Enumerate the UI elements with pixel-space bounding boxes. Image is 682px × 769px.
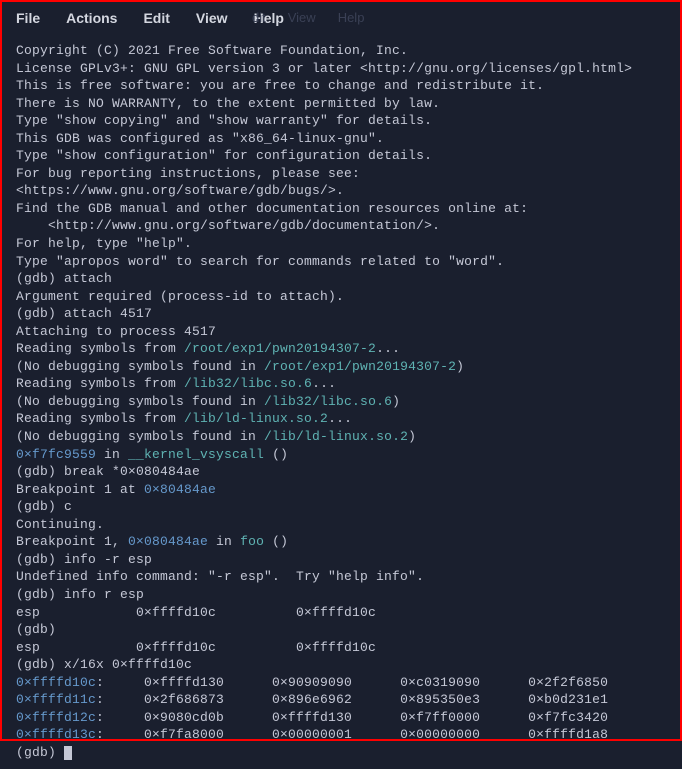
terminal-line: Reading symbols from /lib/ld-linux.so.2.… <box>16 410 666 428</box>
terminal-line: (gdb) <box>16 744 666 762</box>
terminal-line: <https://www.gnu.org/software/gdb/bugs/>… <box>16 182 666 200</box>
menu-actions[interactable]: Actions <box>62 8 121 28</box>
terminal-line: (gdb) info -r esp <box>16 551 666 569</box>
terminal-line: This is free software: you are free to c… <box>16 77 666 95</box>
terminal-line: Continuing. <box>16 516 666 534</box>
terminal-line: License GPLv3+: GNU GPL version 3 or lat… <box>16 60 666 78</box>
terminal-line: 0×ffffd12c: 0×9080cd0b 0×ffffd130 0×f7ff… <box>16 709 666 727</box>
menubar-shadow: dit View Help <box>240 8 376 27</box>
terminal-line: (No debugging symbols found in /root/exp… <box>16 358 666 376</box>
terminal-line: Reading symbols from /lib32/libc.so.6... <box>16 375 666 393</box>
terminal-line: Breakpoint 1, 0×080484ae in foo () <box>16 533 666 551</box>
terminal-line: (gdb) <box>16 621 666 639</box>
menu-edit[interactable]: Edit <box>139 8 173 28</box>
terminal-line: Breakpoint 1 at 0×80484ae <box>16 481 666 499</box>
terminal-line: (gdb) x/16x 0×ffffd10c <box>16 656 666 674</box>
terminal-line: Copyright (C) 2021 Free Software Foundat… <box>16 42 666 60</box>
terminal-line: <http://www.gnu.org/software/gdb/documen… <box>16 217 666 235</box>
menu-view[interactable]: View <box>192 8 232 28</box>
terminal-line: Argument required (process-id to attach)… <box>16 288 666 306</box>
terminal-line: Type "apropos word" to search for comman… <box>16 253 666 271</box>
terminal-line: 0×f7fc9559 in __kernel_vsyscall () <box>16 446 666 464</box>
cursor <box>64 746 72 760</box>
terminal-line: Reading symbols from /root/exp1/pwn20194… <box>16 340 666 358</box>
terminal-output[interactable]: Copyright (C) 2021 Free Software Foundat… <box>2 34 680 769</box>
terminal-line: 0×ffffd13c: 0×f7fa8000 0×00000001 0×0000… <box>16 726 666 744</box>
terminal-line: This GDB was configured as "x86_64-linux… <box>16 130 666 148</box>
menu-file[interactable]: File <box>12 8 44 28</box>
terminal-line: esp 0×ffffd10c 0×ffffd10c <box>16 604 666 622</box>
terminal-line: For bug reporting instructions, please s… <box>16 165 666 183</box>
terminal-line: (gdb) c <box>16 498 666 516</box>
terminal-line: 0×ffffd11c: 0×2f686873 0×896e6962 0×8953… <box>16 691 666 709</box>
terminal-line: (gdb) info r esp <box>16 586 666 604</box>
terminal-line: (gdb) attach 4517 <box>16 305 666 323</box>
terminal-line: Type "show copying" and "show warranty" … <box>16 112 666 130</box>
terminal-line: There is NO WARRANTY, to the extent perm… <box>16 95 666 113</box>
terminal-line: Undefined info command: "-r esp". Try "h… <box>16 568 666 586</box>
terminal-line: (No debugging symbols found in /lib/ld-l… <box>16 428 666 446</box>
terminal-line: 0×ffffd10c: 0×ffffd130 0×90909090 0×c031… <box>16 674 666 692</box>
terminal-line: For help, type "help". <box>16 235 666 253</box>
terminal-line: Attaching to process 4517 <box>16 323 666 341</box>
terminal-line: esp 0×ffffd10c 0×ffffd10c <box>16 639 666 657</box>
terminal-line: (gdb) attach <box>16 270 666 288</box>
terminal-line: Type "show configuration" for configurat… <box>16 147 666 165</box>
terminal-line: Find the GDB manual and other documentat… <box>16 200 666 218</box>
terminal-line: (No debugging symbols found in /lib32/li… <box>16 393 666 411</box>
terminal-line: (gdb) break *0×080484ae <box>16 463 666 481</box>
